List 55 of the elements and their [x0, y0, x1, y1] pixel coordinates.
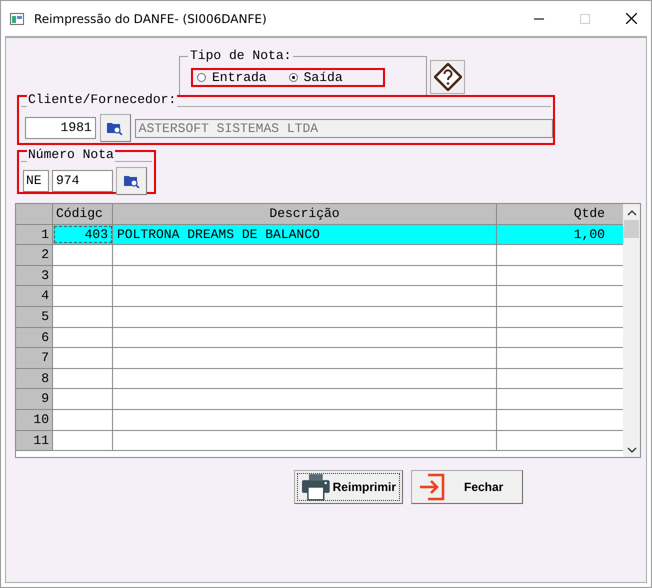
radio-button[interactable] [288, 73, 298, 82]
search-button[interactable] [116, 167, 147, 195]
column-header[interactable]: Descrição [113, 204, 497, 224]
window-title: Reimpressão do DANFE- (SI006DANFE) [34, 12, 267, 26]
row-number: 5 [16, 306, 53, 327]
row-number: 8 [16, 368, 53, 388]
row-number: 7 [16, 348, 53, 368]
table-row[interactable]: 9 [16, 389, 623, 410]
scroll-up-icon[interactable] [626, 210, 636, 216]
name-field: ASTERSOFT SISTEMAS LTDA [134, 118, 553, 138]
column-header[interactable]: Qtde [497, 204, 623, 224]
row-number: 2 [16, 245, 53, 265]
table-row[interactable]: 7 [16, 348, 623, 369]
row-number: 4 [16, 286, 53, 306]
row-number: 10 [16, 410, 53, 430]
group-label: Cliente/Fornecedor: [27, 93, 178, 107]
app-icon [10, 12, 24, 24]
table-cell: 403 [53, 224, 113, 244]
folder-search-icon [124, 174, 140, 188]
table-row[interactable]: 1 403 POLTRONA DREAMS DE BALANCO 1,00 [16, 224, 623, 246]
table-row[interactable]: 5 [16, 306, 623, 328]
search-button[interactable] [100, 114, 131, 142]
radio-option[interactable]: Saída [288, 70, 343, 84]
table-row[interactable]: 11 [16, 430, 623, 452]
table-row[interactable]: 6 [16, 328, 623, 348]
table-row[interactable]: 4 [16, 286, 623, 307]
table-cell: 1,00 [497, 224, 623, 244]
row-number: 1 [16, 224, 53, 244]
row-number: 11 [16, 430, 53, 450]
scroll-down-icon[interactable] [626, 447, 636, 453]
table-cell: POLTRONA DREAMS DE BALANCO [113, 224, 497, 244]
row-number: 3 [16, 266, 53, 286]
printer-icon [301, 473, 331, 501]
help-icon [434, 63, 462, 91]
folder-search-icon [107, 121, 124, 135]
group-label: Número Nota [27, 148, 115, 162]
series-field[interactable]: NE [23, 170, 49, 192]
scrollbar[interactable] [623, 204, 640, 457]
table-row[interactable]: 3 [16, 266, 623, 286]
table-row[interactable]: 10 [16, 410, 623, 431]
code-field[interactable]: 1981 [25, 117, 96, 139]
table-row[interactable]: 8 [16, 368, 623, 390]
scroll-thumb[interactable] [624, 220, 639, 238]
close-icon[interactable] [626, 13, 637, 24]
table-row[interactable]: 2 [16, 245, 623, 266]
row-number: 6 [16, 328, 53, 348]
column-header[interactable]: Códigc [53, 204, 113, 224]
print-button[interactable]: Reimprimir [294, 470, 403, 504]
number-field[interactable]: 974 [52, 170, 113, 192]
radio-button[interactable] [197, 73, 206, 82]
row-number: 9 [16, 389, 53, 409]
group-label: Tipo de Nota: [188, 48, 294, 64]
close-button[interactable]: Fechar [411, 470, 523, 504]
help-button[interactable] [430, 60, 465, 94]
radio-option[interactable]: Entrada [197, 70, 267, 84]
